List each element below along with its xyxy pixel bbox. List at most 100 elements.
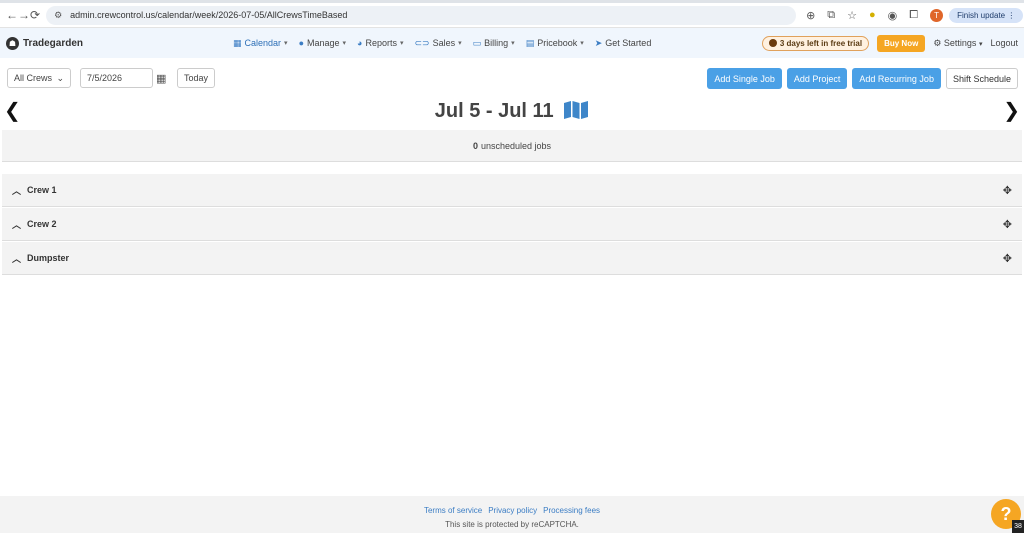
add-single-job-button[interactable]: Add Single Job xyxy=(707,68,782,89)
date-input[interactable]: 7/5/2026 xyxy=(80,68,153,88)
crew-row[interactable]: ︿ Dumpster ✥ xyxy=(2,242,1022,275)
share-icon[interactable]: ⧉ xyxy=(827,9,835,22)
menu-pricebook-label: Pricebook xyxy=(537,38,578,48)
card-icon: ▭ xyxy=(472,37,482,48)
add-recurring-job-button[interactable]: Add Recurring Job xyxy=(852,68,941,89)
calendar-icon: ▦ xyxy=(233,37,242,48)
calendar-toolbar: All Crews ⌄ 7/5/2026 ▦ Today Add Single J… xyxy=(0,58,1024,98)
footer: Terms of service Privacy policy Processi… xyxy=(0,496,1024,533)
address-bar[interactable]: ⚙ admin.crewcontrol.us/calendar/week/202… xyxy=(46,5,797,25)
logout-link[interactable]: Logout xyxy=(990,38,1018,48)
crew-row[interactable]: ︿ Crew 1 ✥ xyxy=(2,174,1022,207)
crew-name: Crew 1 xyxy=(27,185,57,195)
app-navbar: ☗ Tradegarden ▦ Calendar ▾ ● Manage ▾ ◕ Repor… xyxy=(0,28,1024,58)
extension-icon[interactable]: ● xyxy=(869,9,876,21)
finish-update-label: Finish update xyxy=(957,10,1006,20)
settings-label: Settings xyxy=(943,37,977,48)
unscheduled-jobs-bar[interactable]: 0 unscheduled jobs xyxy=(2,130,1022,162)
reload-icon[interactable]: ⟳ xyxy=(30,8,40,22)
menu-sales[interactable]: ⊂⊃ Sales ▾ xyxy=(415,38,462,49)
clock-icon xyxy=(768,39,777,47)
move-icon[interactable]: ✥ xyxy=(1003,218,1012,231)
camera-icon[interactable]: ◉ xyxy=(888,9,898,22)
chevron-up-icon[interactable]: ︿ xyxy=(12,218,21,231)
today-button[interactable]: Today xyxy=(177,68,216,88)
forward-icon[interactable]: → xyxy=(18,8,30,22)
menu-billing[interactable]: ▭ Billing ▾ xyxy=(473,38,515,49)
crew-row[interactable]: ︿ Crew 2 ✥ xyxy=(2,208,1022,241)
menu-get-started-label: Get Started xyxy=(605,38,652,48)
browser-extension-icons: ⊕ ⧉ ☆ ● ◉ ⧠ T xyxy=(806,8,944,22)
finish-update-button[interactable]: Finish update ⋮ xyxy=(949,7,1024,23)
gear-icon: ⚙ xyxy=(933,37,942,48)
profile-avatar[interactable]: T xyxy=(930,8,944,22)
star-icon[interactable]: ☆ xyxy=(847,9,857,22)
map-icon[interactable] xyxy=(563,100,589,120)
crew-select-value: All Crews xyxy=(14,73,53,83)
calendar-icon[interactable]: ▦ xyxy=(156,72,169,85)
brand-name: Tradegarden xyxy=(23,37,84,49)
install-icon[interactable]: ⊕ xyxy=(806,9,815,22)
footer-links: Terms of service Privacy policy Processi… xyxy=(0,506,1024,515)
chevron-down-icon: ▾ xyxy=(511,40,515,47)
terms-link[interactable]: Terms of service xyxy=(424,506,482,515)
chevron-up-icon[interactable]: ︿ xyxy=(12,184,21,197)
settings-menu[interactable]: ⚙ Settings ▾ xyxy=(933,38,982,49)
chevron-down-icon: ▾ xyxy=(580,40,584,47)
menu-manage[interactable]: ● Manage ▾ xyxy=(299,38,346,48)
crew-list: ︿ Crew 1 ✥ ︿ Crew 2 ✥ ︿ Dumpster ✥ xyxy=(0,174,1024,275)
crew-name: Dumpster xyxy=(27,253,70,263)
notification-badge: 38 xyxy=(1012,520,1024,533)
menu-reports-label: Reports xyxy=(365,38,397,48)
chevron-down-icon: ▾ xyxy=(400,40,404,47)
crew-header: ︿ Dumpster xyxy=(12,252,69,265)
week-range: Jul 5 - Jul 11 xyxy=(434,100,554,122)
crew-header: ︿ Crew 1 xyxy=(12,184,57,197)
menu-pricebook[interactable]: ▤ Pricebook ▾ xyxy=(526,38,584,49)
add-project-button[interactable]: Add Project xyxy=(786,68,848,89)
chevron-down-icon: ▾ xyxy=(458,40,462,47)
menu-sales-label: Sales xyxy=(432,38,456,48)
back-icon[interactable]: ← xyxy=(6,8,18,22)
crew-select[interactable]: All Crews ⌄ xyxy=(7,68,71,88)
url-text: admin.crewcontrol.us/calendar/week/2026-… xyxy=(70,10,348,20)
puzzle-icon[interactable]: ⧠ xyxy=(909,9,918,22)
right-nav: 3 days left in free trial Buy Now ⚙ Sett… xyxy=(761,28,1018,58)
main-menu: ▦ Calendar ▾ ● Manage ▾ ◕ Reports ▾ ⊂⊃ Sales ▾ ▭… xyxy=(233,28,651,58)
book-icon: ▤ xyxy=(525,37,535,48)
menu-calendar[interactable]: ▦ Calendar ▾ xyxy=(233,38,288,49)
paper-plane-icon: ➤ xyxy=(594,37,603,48)
pie-chart-icon: ◕ xyxy=(357,38,363,48)
chevron-down-icon: ▾ xyxy=(284,40,288,47)
chevron-up-icon[interactable]: ︿ xyxy=(12,252,21,265)
crew-header: ︿ Crew 2 xyxy=(12,218,57,231)
crew-name: Crew 2 xyxy=(27,219,57,229)
menu-get-started[interactable]: ➤ Get Started xyxy=(595,38,652,49)
next-week-icon[interactable]: ❯ xyxy=(1003,98,1020,123)
menu-manage-label: Manage xyxy=(307,38,340,48)
privacy-link[interactable]: Privacy policy xyxy=(488,506,537,515)
move-icon[interactable]: ✥ xyxy=(1003,184,1012,197)
chevron-down-icon: ▾ xyxy=(978,40,983,48)
move-icon[interactable]: ✥ xyxy=(1003,252,1012,265)
site-info-icon[interactable]: ⚙ xyxy=(54,10,62,21)
unscheduled-label: unscheduled jobs xyxy=(480,140,552,151)
trial-badge[interactable]: 3 days left in free trial xyxy=(761,35,870,51)
trial-text: 3 days left in free trial xyxy=(779,38,863,48)
action-buttons: Add Single Job Add Project Add Recurring… xyxy=(707,68,1018,89)
shift-schedule-button[interactable]: Shift Schedule xyxy=(945,68,1018,89)
tradegarden-logo-icon: ☗ xyxy=(6,36,19,50)
menu-calendar-label: Calendar xyxy=(244,38,282,48)
brand[interactable]: ☗ Tradegarden xyxy=(6,36,84,50)
chevron-down-icon: ▾ xyxy=(342,40,347,47)
ticket-icon: ⊂⊃ xyxy=(414,37,430,48)
fees-link[interactable]: Processing fees xyxy=(543,506,600,515)
unscheduled-count: 0 xyxy=(472,140,478,151)
week-header: ❮ Jul 5 - Jul 11 ❯ xyxy=(0,98,1024,128)
browser-toolbar: ← → ⟳ ⚙ admin.crewcontrol.us/calendar/we… xyxy=(0,3,1024,28)
buy-now-button[interactable]: Buy Now xyxy=(877,34,926,52)
week-title: Jul 5 - Jul 11 xyxy=(0,100,1024,123)
chevron-down-icon: ⌄ xyxy=(56,72,64,83)
menu-reports[interactable]: ◕ Reports ▾ xyxy=(357,38,403,48)
recaptcha-notice: This site is protected by reCAPTCHA. xyxy=(445,520,579,529)
